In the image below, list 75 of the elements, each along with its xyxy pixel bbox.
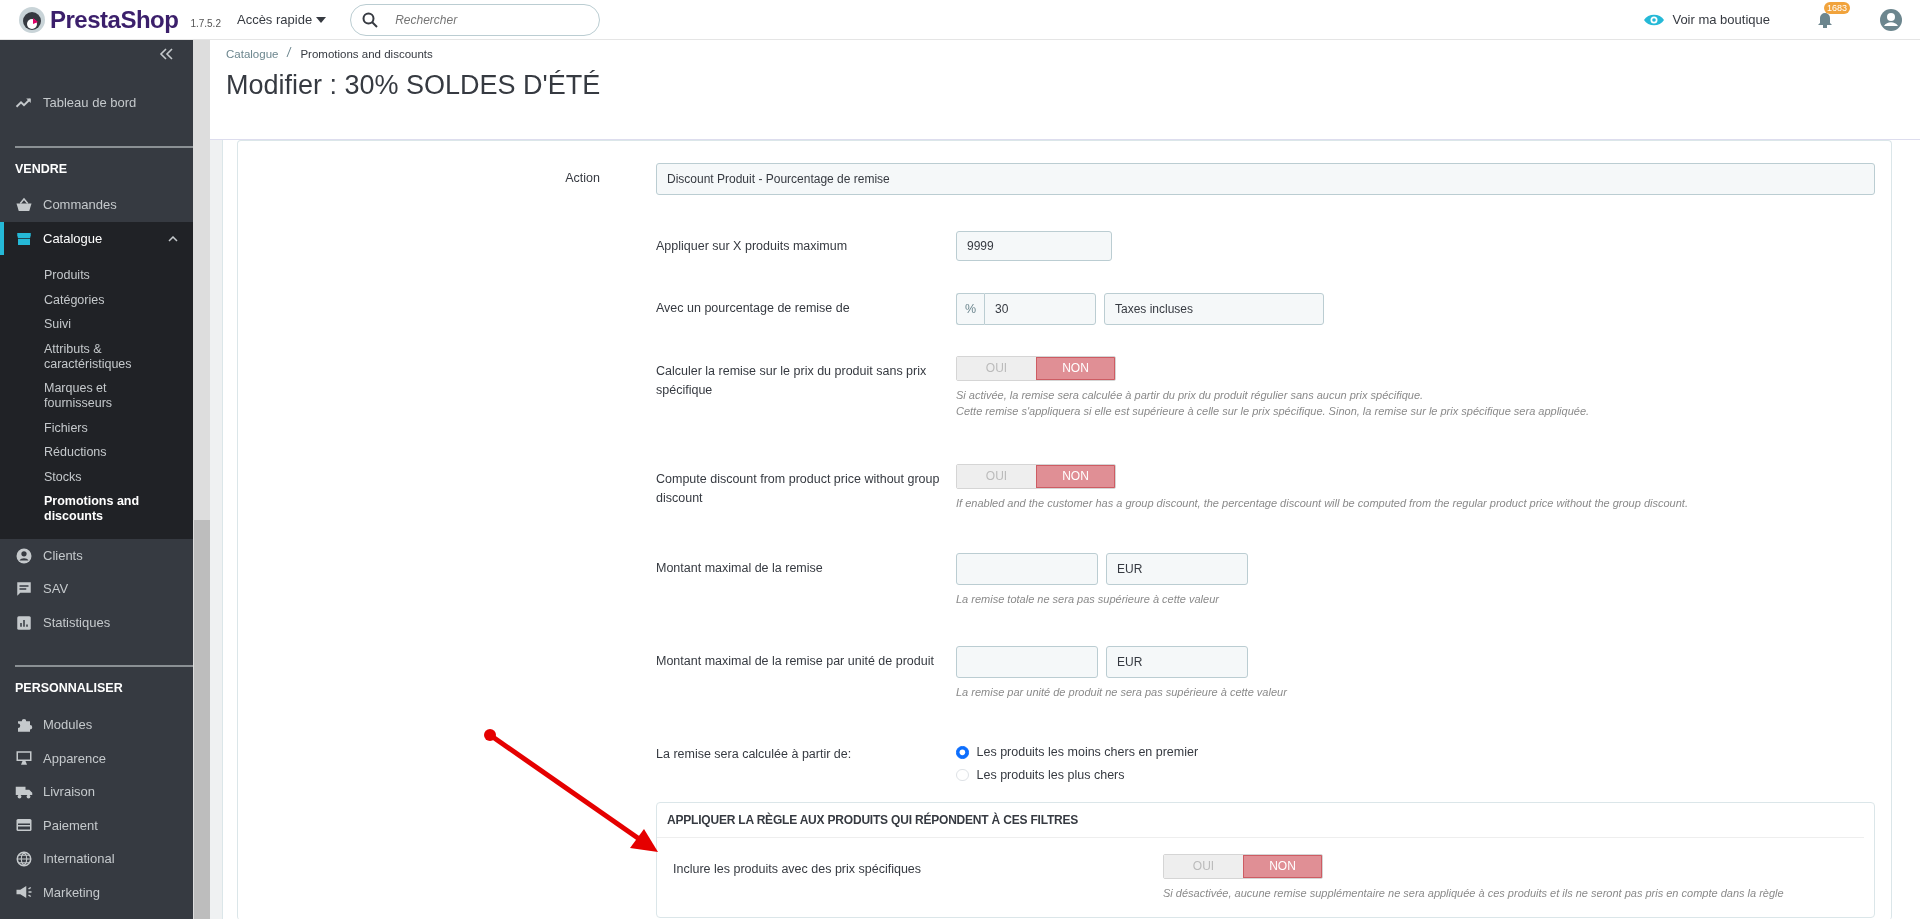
sidebar-item[interactable]: Marketing [0,875,193,909]
person-icon [15,546,33,565]
sidebar-item[interactable]: Clients [0,538,193,573]
submenu-item[interactable]: Produits [0,263,193,288]
field-label: Appliquer sur X produits maximum [656,238,849,255]
select-field[interactable]: EUR [1106,553,1248,585]
submenu-item[interactable]: Suivi [0,312,193,337]
chat-icon [15,580,33,598]
radio-button[interactable] [956,746,969,759]
submenu-item[interactable]: Attributs & caractéristiques [0,336,193,377]
sidebar-item[interactable]: Commandes [0,188,193,222]
field-label: Montant maximal de la remise par unité de produit [656,653,935,670]
logo-text: PrestaShop [50,4,179,35]
text-field[interactable] [956,553,1098,585]
sidebar-item[interactable]: Tableau de bord [0,86,193,120]
view-shop-link[interactable]: Voir ma boutique [1644,9,1770,30]
section-heading: PERSONNALISER [14,680,124,698]
sidebar-item[interactable]: Paiement [0,808,193,842]
input-prefix: % [956,293,984,325]
submenu-item[interactable]: Promotions and discounts [0,489,193,529]
submenu-item[interactable]: Réductions [0,440,193,465]
submenu-item[interactable]: Marques et fournisseurs [0,376,193,416]
globe-icon [15,849,33,868]
collapse-icon [159,48,173,60]
field-label: La remise sera calculée à partir de: [656,746,853,763]
help-text: Cette remise s'appliquera si elle est supérieure à celle sur le prix spécifique. Sinon, la remise sur le prix spécifique sera appliquée. [956,404,1591,419]
version-text: 1.7.5.2 [190,17,221,31]
eye-icon [1644,12,1665,27]
field-label: Avec un pourcentage de remise de [656,300,851,317]
select-field[interactable]: Taxes incluses [1104,293,1324,325]
separator-icon [286,46,293,58]
select-field[interactable]: EUR [1106,646,1248,678]
sidebar-item[interactable]: Statistiques [0,605,193,640]
field-label: Compute discount from product price without group discount [656,471,941,507]
sidebar-item[interactable]: Apparence [0,741,193,775]
quick-access-menu[interactable]: Accès rapide [236,9,327,30]
submenu-item[interactable]: Fichiers [0,415,193,441]
submenu-item[interactable]: Stocks [0,464,193,490]
monitor-icon [15,749,33,768]
help-text: La remise par unité de produit ne sera pas supérieure à cette valeur [956,685,1288,700]
section-heading: VENDRE [14,160,69,178]
field-label: Calculer la remise sur le prix du produit sans prix spécifique [656,363,928,399]
help-text: If enabled and the customer has a group discount, the percentage discount will be computed from the regular product price without the group discount. [956,496,1689,511]
text-field[interactable] [956,646,1098,678]
help-text: Si activée, la remise sera calculée à partir du prix du produit régulier sans aucun prix spécifique. [956,388,1425,403]
select-field[interactable]: Discount Produit - Pourcentage de remise [656,163,1875,195]
field-label: Montant maximal de la remise [656,560,824,577]
radio-label[interactable]: Les produits les moins chers en premier [976,743,1199,762]
radio-label[interactable]: Les produits les plus chers [976,765,1125,785]
sidebar-item[interactable]: SAV [0,572,193,606]
sidebar-item[interactable]: Livraison [0,775,193,809]
notification-count: 1683 [1824,1,1851,14]
sidebar-item[interactable]: Catalogue [0,221,193,256]
field-label: Inclure les produits avec des prix spécifiques [673,860,923,878]
sidebar-item[interactable]: International [0,842,193,876]
help-text: La remise totale ne sera pas supérieure à cette valeur [956,592,1220,607]
chart-icon [15,613,33,632]
page-title: Modifier : 30% SOLDES D'ÉTÉ [226,69,602,102]
caret-icon [316,16,327,23]
help-text: Si désactivée, aucune remise supplémentaire ne sera appliquée à ces produits et ils ne seront pas pris en compte dans la règle [1163,885,1785,901]
text-field[interactable]: 9999 [956,231,1112,261]
field-label: Action [564,170,601,187]
avatar-icon [1880,8,1902,31]
search-icon [362,11,379,28]
submenu-item[interactable]: Catégories [0,287,193,313]
basket-icon [15,196,33,214]
scrollbar[interactable] [193,40,210,919]
bell-icon [1818,11,1832,28]
breadcrumb-link[interactable]: Catalogue [226,46,279,64]
panel-heading: APPLIQUER LA RÈGLE AUX PRODUITS QUI RÉPONDENT À CES FILTRES [657,802,1864,838]
logo-icon [18,5,46,34]
search-field[interactable]: Rechercher [350,3,601,36]
text-field[interactable]: 30 [984,293,1096,325]
breadcrumb-link[interactable]: Promotions and discounts [300,46,433,64]
sidebar-item[interactable]: Modules [0,708,193,742]
